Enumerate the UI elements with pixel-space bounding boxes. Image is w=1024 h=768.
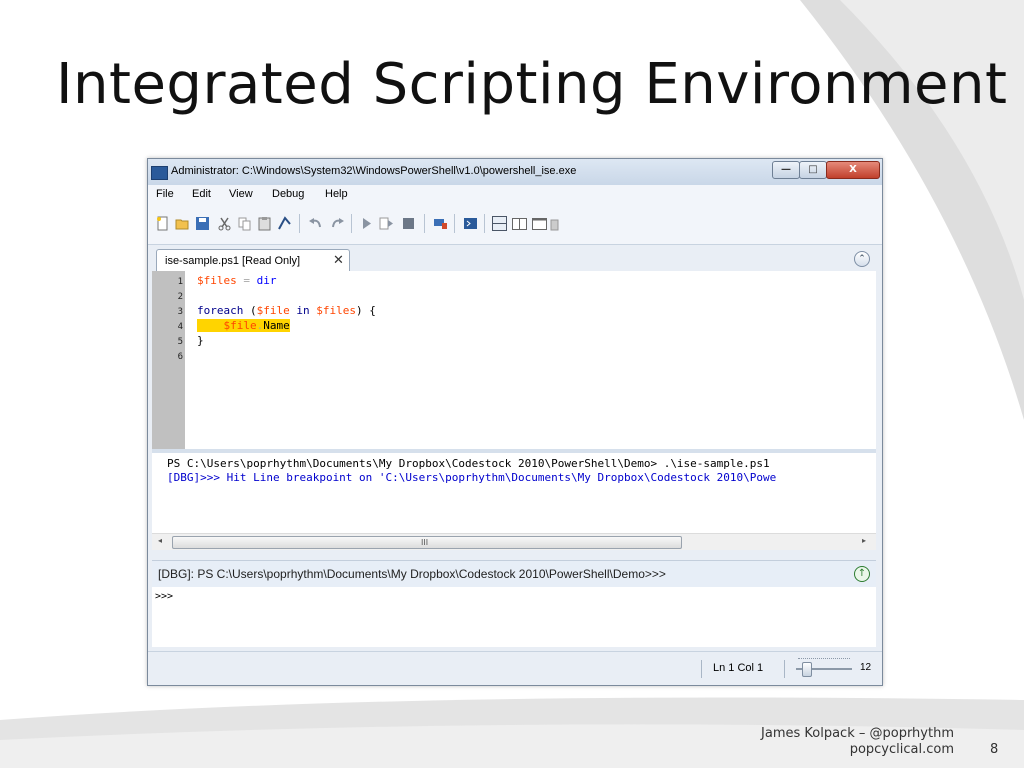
toolbar-separator xyxy=(424,214,425,233)
tab-label: ise-sample.ps1 [Read Only] xyxy=(165,255,301,267)
open-icon[interactable] xyxy=(175,216,190,231)
scroll-left-icon[interactable]: ◂ xyxy=(158,536,162,545)
code-keyword: foreach xyxy=(197,304,244,317)
toolbar-separator xyxy=(484,214,485,233)
scroll-thumb[interactable]: III xyxy=(172,536,682,549)
command-input[interactable]: >>> xyxy=(152,587,876,647)
script-tab[interactable]: ise-sample.ps1 [Read Only] ✕ xyxy=(156,249,350,272)
ise-window: Administrator: C:\Windows\System32\Windo… xyxy=(147,158,883,686)
code-line-4: $file.Name xyxy=(197,319,290,332)
line-number: 3 xyxy=(177,307,183,317)
toolbar-separator xyxy=(299,214,300,233)
undo-icon[interactable] xyxy=(308,216,323,231)
menu-bar: File Edit View Debug Help xyxy=(148,185,882,204)
redo-icon[interactable] xyxy=(330,216,345,231)
line-number: 2 xyxy=(177,292,183,302)
copy-icon[interactable] xyxy=(237,216,252,231)
line-number: 6 xyxy=(177,352,183,362)
footer-site: popcyclical.com xyxy=(849,742,954,757)
command-pane-header: [DBG]: PS C:\Users\poprhythm\Documents\M… xyxy=(152,560,876,588)
menu-view[interactable]: View xyxy=(229,188,253,200)
line-number-gutter: 1 2 3 4 5 6 xyxy=(152,271,185,449)
status-separator xyxy=(784,660,785,678)
code-variable: $file xyxy=(223,319,257,332)
cut-icon[interactable] xyxy=(217,216,232,231)
close-icon: X xyxy=(849,164,857,175)
breakpoint-highlight: $file.Name xyxy=(197,319,290,332)
minimize-icon: — xyxy=(781,164,791,175)
status-separator xyxy=(701,660,702,678)
line-number: 5 xyxy=(177,337,183,347)
close-button[interactable]: X xyxy=(826,161,880,179)
zoom-slider-thumb[interactable] xyxy=(802,662,812,677)
powershell-icon[interactable] xyxy=(463,216,478,231)
maximize-button[interactable]: □ xyxy=(799,161,827,179)
code-line-5: } xyxy=(197,334,204,347)
code-brace: } xyxy=(197,334,204,347)
debug-prompt: [DBG]: PS C:\Users\poprhythm\Documents\M… xyxy=(158,567,666,581)
code-paren: ( xyxy=(243,304,257,317)
debug-output-line: [DBG]>>> Hit Line breakpoint on 'C:\User… xyxy=(167,471,777,484)
window-title: Administrator: C:\Windows\System32\Windo… xyxy=(171,165,577,177)
scroll-right-icon[interactable]: ▸ xyxy=(862,536,866,545)
cursor-position: Ln 1 Col 1 xyxy=(713,662,764,674)
footer-author: James Kolpack – @poprhythm xyxy=(761,726,954,741)
code-variable: $file xyxy=(256,304,290,317)
code-property: Name xyxy=(263,319,290,332)
menu-debug[interactable]: Debug xyxy=(272,188,304,200)
zoom-value: 12 xyxy=(860,662,872,673)
run-icon[interactable] xyxy=(359,216,374,231)
title-bar: Administrator: C:\Windows\System32\Windo… xyxy=(148,159,882,185)
code-keyword: in xyxy=(289,304,317,317)
run-command-icon[interactable]: ↑ xyxy=(854,566,870,582)
code-variable: $files xyxy=(197,274,237,287)
layout-top-icon[interactable] xyxy=(492,216,507,231)
new-icon[interactable] xyxy=(155,216,170,231)
toolbar-separator xyxy=(454,214,455,233)
output-pane: PS C:\Users\poprhythm\Documents\My Dropb… xyxy=(152,453,876,533)
layout-right-icon[interactable] xyxy=(512,216,527,231)
close-tab-icon[interactable]: ✕ xyxy=(333,253,344,268)
save-icon[interactable] xyxy=(195,216,210,231)
line-number: 1 xyxy=(177,277,183,287)
code-line-3: foreach ($file in $files) { xyxy=(197,304,376,317)
powershell-app-icon xyxy=(151,166,168,180)
menu-help[interactable]: Help xyxy=(325,188,348,200)
run-selection-icon[interactable] xyxy=(379,216,394,231)
code-command: dir xyxy=(256,274,277,287)
script-tab-strip: ise-sample.ps1 [Read Only] ✕ ⌃ xyxy=(148,245,882,272)
line-number: 4 xyxy=(177,322,183,332)
collapse-pane-icon[interactable]: ⌃ xyxy=(854,251,870,267)
remote-icon[interactable] xyxy=(433,216,448,231)
toolbar xyxy=(148,204,882,245)
code-paren: ) { xyxy=(355,304,376,317)
horizontal-scrollbar[interactable]: ◂ III ▸ xyxy=(152,533,876,550)
layout-max-icon[interactable] xyxy=(532,216,547,231)
menu-file[interactable]: File xyxy=(156,188,174,200)
toolbar-separator xyxy=(351,214,352,233)
maximize-icon: □ xyxy=(808,164,818,175)
command-prompt: >>> xyxy=(155,591,174,602)
paste-icon[interactable] xyxy=(257,216,272,231)
code-line-1: $files = dir xyxy=(197,274,277,287)
script-editor[interactable]: 1 2 3 4 5 6 $files = dir foreach ($file … xyxy=(152,271,876,449)
code-operator: = xyxy=(236,274,257,287)
stop-icon[interactable] xyxy=(401,216,416,231)
menu-edit[interactable]: Edit xyxy=(192,188,211,200)
code-variable: $files xyxy=(316,304,356,317)
clear-icon[interactable] xyxy=(277,216,292,231)
minimize-button[interactable]: — xyxy=(772,161,800,179)
slide-number: 8 xyxy=(990,742,999,757)
slide-title: Integrated Scripting Environment xyxy=(56,52,1008,117)
output-line: PS C:\Users\poprhythm\Documents\My Dropb… xyxy=(167,457,770,470)
status-bar: Ln 1 Col 1 12 xyxy=(148,651,882,685)
expand-icon[interactable] xyxy=(550,216,560,231)
grip-icon: III xyxy=(421,538,429,547)
